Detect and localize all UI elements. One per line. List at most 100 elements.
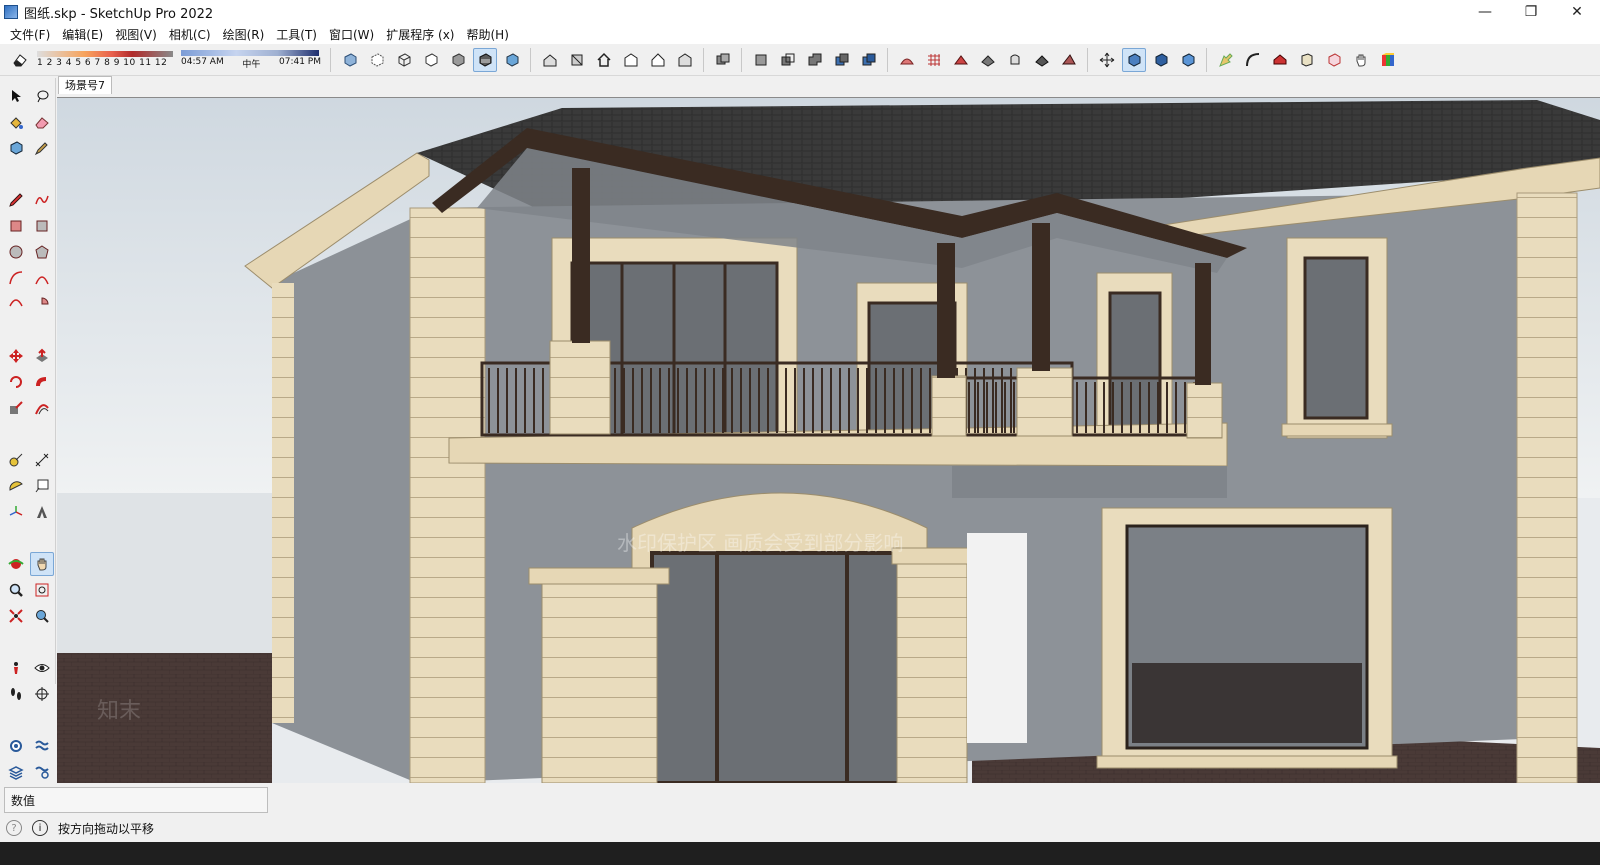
- two-point-arc-tool[interactable]: [30, 266, 54, 290]
- intersect-button[interactable]: [776, 48, 800, 72]
- stamp-button[interactable]: [976, 48, 1000, 72]
- extension-brush-button[interactable]: [1214, 48, 1238, 72]
- menu-window[interactable]: 窗口(W): [323, 26, 380, 43]
- section-plane-button[interactable]: [1121, 47, 1146, 72]
- extension-pink-cube-button[interactable]: [1322, 48, 1346, 72]
- wireframe-button[interactable]: [392, 48, 416, 72]
- flip-edge-button[interactable]: [1057, 48, 1081, 72]
- 3d-text-tool[interactable]: [30, 500, 54, 524]
- drape-button[interactable]: [1003, 48, 1027, 72]
- push-pull-tool[interactable]: [30, 344, 54, 368]
- restore-button[interactable]: ❐: [1508, 0, 1554, 24]
- polygon-tool[interactable]: [30, 240, 54, 264]
- orbit-tool[interactable]: [4, 552, 28, 576]
- sandbox-from-contours-button[interactable]: [895, 48, 919, 72]
- solid-tools-button[interactable]: [711, 48, 735, 72]
- arc-tool[interactable]: [4, 266, 28, 290]
- measurements-box[interactable]: 数值: [4, 787, 268, 813]
- minimize-button[interactable]: —: [1462, 0, 1508, 24]
- menu-edit[interactable]: 编辑(E): [56, 26, 109, 43]
- back-edges-button[interactable]: [365, 48, 389, 72]
- shaded-with-textures-button[interactable]: [472, 47, 497, 72]
- pie-tool[interactable]: [30, 292, 54, 316]
- sandbox-from-scratch-button[interactable]: [922, 48, 946, 72]
- follow-me-tool[interactable]: [30, 370, 54, 394]
- axes-tool[interactable]: [4, 500, 28, 524]
- extension-roof-button[interactable]: [1268, 48, 1292, 72]
- display-section-fill-button[interactable]: [1176, 48, 1200, 72]
- extension-tool-1[interactable]: [4, 734, 28, 758]
- menu-view[interactable]: 视图(V): [109, 26, 163, 43]
- line-tool[interactable]: [4, 188, 28, 212]
- zoom-window-tool[interactable]: [30, 578, 54, 602]
- scale-tool[interactable]: [4, 396, 28, 420]
- geolocation-icon[interactable]: ?: [6, 820, 22, 836]
- three-point-arc-tool[interactable]: [4, 292, 28, 316]
- circle-tool[interactable]: [4, 240, 28, 264]
- extension-curve-button[interactable]: [1241, 48, 1265, 72]
- menu-camera[interactable]: 相机(C): [163, 26, 217, 43]
- paint-bucket-tool[interactable]: [4, 110, 28, 134]
- eraser-tool-button[interactable]: [8, 48, 32, 72]
- tag-tool[interactable]: [30, 136, 54, 160]
- menu-help[interactable]: 帮助(H): [460, 26, 514, 43]
- add-detail-button[interactable]: [1030, 48, 1054, 72]
- section-plane-tool[interactable]: [30, 682, 54, 706]
- make-component-tool[interactable]: [4, 136, 28, 160]
- hidden-line-button[interactable]: [419, 48, 443, 72]
- extension-tool-3[interactable]: [4, 760, 28, 784]
- shaded-button[interactable]: [446, 48, 470, 72]
- union-button[interactable]: [803, 48, 827, 72]
- menu-file[interactable]: 文件(F): [4, 26, 56, 43]
- instructor-info-icon[interactable]: i: [32, 820, 48, 836]
- extension-tool-4[interactable]: [30, 760, 54, 784]
- shadow-time-control[interactable]: 04:57 AM 中午 07:41 PM: [181, 46, 321, 74]
- xray-style-button[interactable]: [338, 48, 362, 72]
- position-camera-tool[interactable]: [4, 656, 28, 680]
- menu-extensions[interactable]: 扩展程序 (x): [380, 26, 460, 43]
- menu-draw[interactable]: 绘图(R): [217, 26, 271, 43]
- eraser-tool[interactable]: [30, 110, 54, 134]
- rotate-tool[interactable]: [4, 370, 28, 394]
- extension-materials-button[interactable]: [1376, 48, 1400, 72]
- subtract-button[interactable]: [830, 48, 854, 72]
- monochrome-button[interactable]: [500, 48, 524, 72]
- menu-tools[interactable]: 工具(T): [270, 26, 323, 43]
- look-around-tool[interactable]: [30, 656, 54, 680]
- offset-tool[interactable]: [30, 396, 54, 420]
- shadow-date-control[interactable]: 1 2 3 4 5 6 7 8 9 10 11 12: [37, 46, 173, 74]
- model-render[interactable]: 水印保护区 画质会受到部分影响 知末: [57, 98, 1600, 783]
- dimension-tool[interactable]: [30, 448, 54, 472]
- top-view-button[interactable]: [565, 48, 589, 72]
- left-view-button[interactable]: [673, 48, 697, 72]
- zoom-tool[interactable]: [4, 578, 28, 602]
- extension-hand-button[interactable]: [1349, 48, 1373, 72]
- protractor-tool[interactable]: [4, 474, 28, 498]
- rectangle-tool[interactable]: [4, 214, 28, 238]
- axes-button[interactable]: [1095, 48, 1119, 72]
- shadow-date-slider[interactable]: [37, 51, 173, 57]
- extension-components-button[interactable]: [1295, 48, 1319, 72]
- extension-tool-2[interactable]: [30, 734, 54, 758]
- select-tool[interactable]: [4, 84, 28, 108]
- front-view-button[interactable]: [592, 48, 616, 72]
- zoom-extents-tool[interactable]: [4, 604, 28, 628]
- move-tool[interactable]: [4, 344, 28, 368]
- trim-button[interactable]: [857, 48, 881, 72]
- right-view-button[interactable]: [619, 48, 643, 72]
- back-view-button[interactable]: [646, 48, 670, 72]
- tape-measure-tool[interactable]: [4, 448, 28, 472]
- model-viewport[interactable]: 水印保护区 画质会受到部分影响 知末: [57, 97, 1600, 783]
- smoove-button[interactable]: [949, 48, 973, 72]
- pan-tool[interactable]: [30, 552, 54, 576]
- previous-view-tool[interactable]: [30, 604, 54, 628]
- shadow-time-slider[interactable]: [181, 49, 319, 56]
- scene-tab[interactable]: 场景号7: [58, 76, 112, 94]
- lasso-select-tool[interactable]: [30, 84, 54, 108]
- outer-shell-button[interactable]: [749, 48, 773, 72]
- display-section-cuts-button[interactable]: [1149, 48, 1173, 72]
- close-button[interactable]: ✕: [1554, 0, 1600, 24]
- rotated-rectangle-tool[interactable]: [30, 214, 54, 238]
- text-tool[interactable]: [30, 474, 54, 498]
- iso-view-button[interactable]: [538, 48, 562, 72]
